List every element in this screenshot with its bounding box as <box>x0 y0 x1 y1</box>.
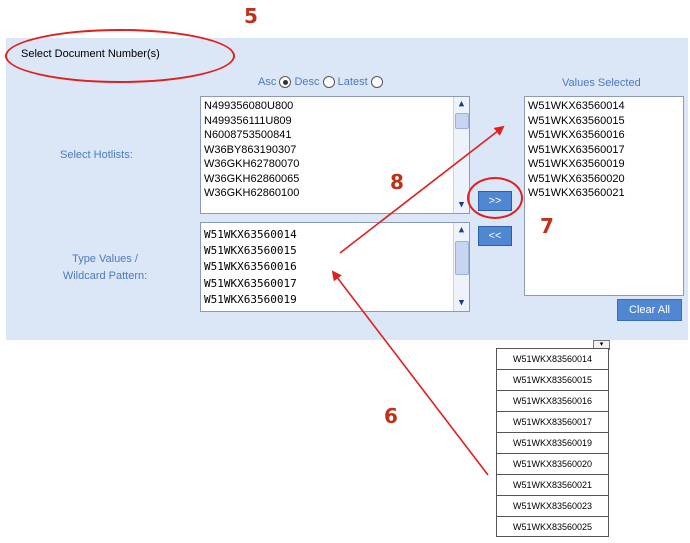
annotation-arrows <box>331 125 505 476</box>
arrow-8 <box>339 125 505 254</box>
arrow-6 <box>331 270 489 476</box>
